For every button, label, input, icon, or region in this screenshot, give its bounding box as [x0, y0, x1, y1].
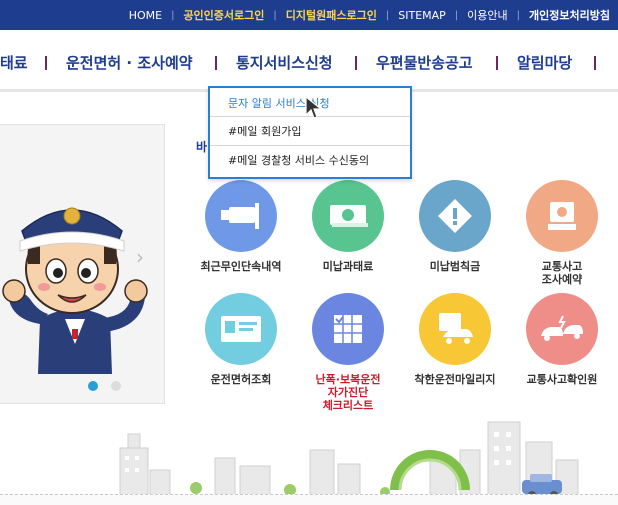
nav-divider	[45, 56, 47, 70]
service-label: 난폭·보복운전 자가진단 체크리스트	[315, 373, 381, 412]
service-recent-enforcement[interactable]: 최근무인단속내역	[193, 180, 289, 273]
certificate-login-link[interactable]: 공인인증서로그인	[183, 7, 264, 23]
carousel-dot[interactable]	[111, 381, 121, 391]
service-label: 미납과태료	[322, 260, 374, 273]
separator: |	[454, 9, 459, 21]
service-label: 최근무인단속내역	[200, 260, 282, 273]
kiosk-icon	[526, 180, 598, 252]
dropdown-item-email-consent[interactable]: #메일 경찰청 서비스 수신동의	[228, 152, 369, 168]
nav-item-notification-service[interactable]: 통지서비스신청	[236, 52, 333, 73]
main-nav: 태료 운전면허 · 조사예약 통지서비스신청 우편물반송공고 알림마당	[0, 30, 618, 92]
separator: |	[385, 9, 390, 21]
camera-icon	[205, 180, 277, 252]
service-label: 교통사고 조사예약	[541, 260, 583, 286]
service-label: 착한운전마일리지	[414, 373, 496, 386]
service-reckless-driving-checklist[interactable]: 난폭·보복운전 자가진단 체크리스트	[300, 293, 396, 412]
mouse-cursor-icon	[305, 96, 323, 119]
chevron-right-icon[interactable]: ›	[136, 245, 144, 269]
service-good-driving-mileage[interactable]: 착한운전마일리지	[407, 293, 503, 386]
nav-divider	[496, 56, 498, 70]
main-banner[interactable]: ›	[0, 124, 165, 404]
nav-item-license-reservation[interactable]: 운전면허 · 조사예약	[66, 52, 193, 73]
dropdown-divider	[210, 145, 410, 146]
nav-divider	[215, 56, 217, 70]
service-label: 교통사고확인원	[526, 373, 598, 386]
nav-item-returned-mail[interactable]: 우편물반송공고	[376, 52, 473, 73]
home-link[interactable]: HOME	[129, 9, 162, 22]
separator: |	[516, 9, 521, 21]
nav-divider	[594, 56, 596, 70]
usage-guide-link[interactable]: 이용안내	[467, 7, 507, 23]
carousel-dot-active[interactable]	[88, 381, 98, 391]
separator: |	[171, 9, 175, 21]
service-accident-reservation[interactable]: 교통사고 조사예약	[514, 180, 610, 286]
city-skyline-illustration	[119, 421, 579, 505]
digital-onepass-login-link[interactable]: 디지털원패스로그인	[286, 7, 377, 23]
license-card-icon	[205, 293, 277, 365]
service-label: 운전면허조회	[210, 373, 272, 386]
police-mascot-illustration	[2, 207, 148, 374]
privacy-policy-link[interactable]: 개인정보처리방침	[529, 7, 610, 23]
money-icon	[312, 180, 384, 252]
service-unpaid-penalty[interactable]: 미납범칙금	[407, 180, 503, 273]
nav-item-fines[interactable]: 태료	[0, 52, 28, 73]
ground-strip	[0, 494, 618, 505]
top-utility-bar: HOME | 공인인증서로그인 | 디지털원패스로그인 | SITEMAP | …	[0, 0, 618, 30]
service-unpaid-fines[interactable]: 미납과태료	[300, 180, 396, 273]
top-links: HOME | 공인인증서로그인 | 디지털원패스로그인 | SITEMAP | …	[129, 0, 610, 30]
separator: |	[273, 9, 277, 21]
service-license-inquiry[interactable]: 운전면허조회	[193, 293, 289, 386]
service-label: 미납범칙금	[429, 260, 481, 273]
dropdown-item-email-signup[interactable]: #메일 회원가입	[228, 123, 301, 139]
nav-item-notice[interactable]: 알림마당	[517, 52, 572, 73]
car-crash-icon	[526, 293, 598, 365]
section-title: 바	[196, 140, 208, 154]
sitemap-link[interactable]: SITEMAP	[398, 9, 446, 22]
service-accident-certificate[interactable]: 교통사고확인원	[514, 293, 610, 386]
nav-divider	[355, 56, 357, 70]
warning-icon	[419, 180, 491, 252]
mileage-car-icon	[419, 293, 491, 365]
checklist-icon	[312, 293, 384, 365]
